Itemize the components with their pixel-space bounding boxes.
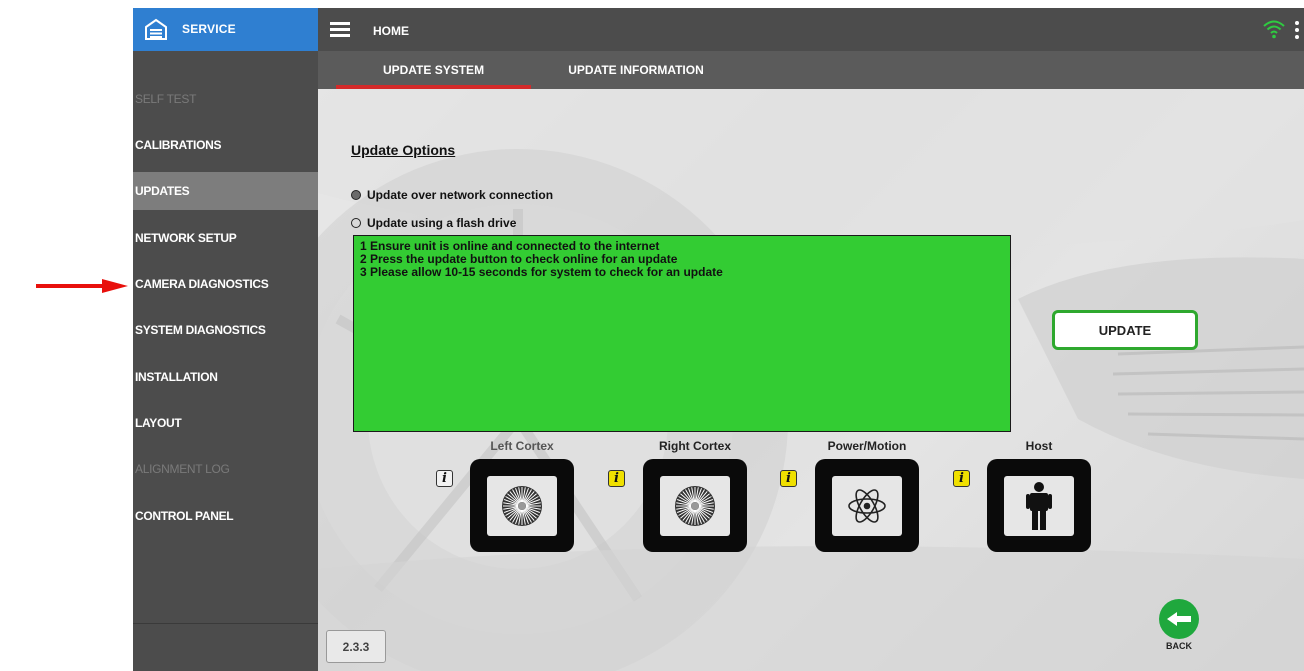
sidebar-item-label: NETWORK SETUP xyxy=(135,231,237,245)
screenshot-stage: SERVICE SELF TEST CALIBRATIONS UPDATES N… xyxy=(0,0,1304,671)
sidebar-item-label: SELF TEST xyxy=(135,92,197,106)
info-left-cortex-icon[interactable]: i xyxy=(436,470,453,487)
sidebar-item-label: CONTROL PANEL xyxy=(135,509,234,523)
component-tile[interactable] xyxy=(470,459,574,552)
sidebar-item-label: UPDATES xyxy=(135,184,190,198)
sidebar-item-calibrations[interactable]: CALIBRATIONS xyxy=(133,126,318,164)
component-label: Power/Motion xyxy=(827,439,907,453)
sidebar-item-self-test: SELF TEST xyxy=(133,80,318,118)
component-tile[interactable] xyxy=(815,459,919,552)
component-power-motion[interactable]: Power/Motion xyxy=(815,439,919,552)
component-tile[interactable] xyxy=(643,459,747,552)
radio-label: Update over network connection xyxy=(367,188,554,202)
sidebar: SERVICE SELF TEST CALIBRATIONS UPDATES N… xyxy=(133,8,318,671)
sidebar-item-updates[interactable]: UPDATES xyxy=(133,172,318,210)
back-arrow-icon[interactable] xyxy=(1159,599,1199,639)
component-label: Host xyxy=(1025,439,1053,453)
info-right-cortex-icon[interactable]: i xyxy=(608,470,625,487)
tab-bar: UPDATE SYSTEM UPDATE INFORMATION xyxy=(318,51,1304,89)
tab-label: UPDATE INFORMATION xyxy=(568,63,704,77)
sidebar-item-camera-diagnostics[interactable]: CAMERA DIAGNOSTICS xyxy=(133,265,318,303)
sidebar-item-layout[interactable]: LAYOUT xyxy=(133,404,318,442)
info-host-icon[interactable]: i xyxy=(953,470,970,487)
section-title: SERVICE xyxy=(182,22,236,36)
top-bar: HOME xyxy=(318,8,1304,51)
component-host[interactable]: Host xyxy=(987,439,1091,552)
sidebar-divider xyxy=(133,623,318,624)
update-options-title: Update Options xyxy=(351,142,456,158)
instructions-box: 1 Ensure unit is online and connected to… xyxy=(353,235,1011,432)
hamburger-menu-icon[interactable] xyxy=(330,22,350,37)
sidebar-item-label: CALIBRATIONS xyxy=(135,138,222,152)
update-button[interactable]: UPDATE xyxy=(1052,310,1198,350)
component-tile[interactable] xyxy=(987,459,1091,552)
component-label: Left Cortex xyxy=(490,439,554,453)
back-button[interactable]: BACK xyxy=(1158,599,1200,655)
component-left-cortex[interactable]: Left Cortex xyxy=(470,439,574,552)
cortex-target-icon xyxy=(660,476,730,536)
instruction-line: 3 Please allow 10-15 seconds for system … xyxy=(360,265,723,279)
sidebar-item-network-setup[interactable]: NETWORK SETUP xyxy=(133,219,318,257)
service-app-window: SERVICE SELF TEST CALIBRATIONS UPDATES N… xyxy=(133,8,1304,671)
atom-icon xyxy=(832,476,902,536)
sidebar-header[interactable]: SERVICE xyxy=(133,8,318,51)
cortex-target-icon xyxy=(487,476,557,536)
sidebar-item-label: INSTALLATION xyxy=(135,370,218,384)
radio-flash-drive-update[interactable]: Update using a flash drive xyxy=(351,216,516,230)
main-content: Update Options Update over network conne… xyxy=(318,89,1304,671)
sidebar-item-alignment-log: ALIGNMENT LOG xyxy=(133,450,318,488)
component-right-cortex[interactable]: Right Cortex xyxy=(643,439,747,552)
radio-label: Update using a flash drive xyxy=(367,216,517,230)
info-power-motion-icon[interactable]: i xyxy=(780,470,797,487)
back-label: BACK xyxy=(1166,641,1192,651)
more-options-icon[interactable] xyxy=(1295,21,1299,39)
tab-label: UPDATE SYSTEM xyxy=(382,63,485,77)
radio-checked-icon[interactable] xyxy=(351,190,361,200)
sidebar-item-label: SYSTEM DIAGNOSTICS xyxy=(135,323,266,337)
sidebar-item-label: CAMERA DIAGNOSTICS xyxy=(135,277,269,291)
sidebar-item-system-diagnostics[interactable]: SYSTEM DIAGNOSTICS xyxy=(133,311,318,349)
tab-update-system[interactable]: UPDATE SYSTEM xyxy=(336,51,531,89)
radio-network-update[interactable]: Update over network connection xyxy=(351,188,553,202)
version-badge: 2.3.3 xyxy=(326,630,386,663)
sidebar-item-control-panel[interactable]: CONTROL PANEL xyxy=(133,497,318,535)
radio-unchecked-icon[interactable] xyxy=(351,218,361,228)
component-label: Right Cortex xyxy=(659,439,731,453)
garage-home-icon xyxy=(145,18,167,40)
wifi-icon xyxy=(1263,20,1285,39)
sidebar-item-label: ALIGNMENT LOG xyxy=(135,462,230,476)
tab-update-information[interactable]: UPDATE INFORMATION xyxy=(531,51,741,89)
annotation-arrow-icon xyxy=(36,279,128,293)
person-icon xyxy=(1004,476,1074,536)
page-title: HOME xyxy=(373,24,409,38)
sidebar-item-installation[interactable]: INSTALLATION xyxy=(133,358,318,396)
sidebar-item-label: LAYOUT xyxy=(135,416,182,430)
